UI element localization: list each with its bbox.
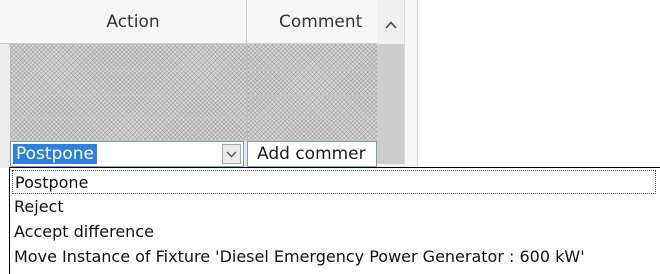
disabled-comment-cells <box>248 44 377 140</box>
scroll-up-button[interactable] <box>377 12 404 38</box>
review-changes-panel: Action Comment Postpone Add commer Postp… <box>0 0 660 274</box>
scroll-thumb[interactable] <box>377 44 404 164</box>
column-header-comment-label: Comment <box>279 11 363 32</box>
dropdown-button[interactable] <box>222 144 241 164</box>
row-divider <box>10 95 377 96</box>
dropdown-option-move-instance[interactable]: Move Instance of Fixture 'Diesel Emergen… <box>14 245 585 269</box>
changes-grid: Action Comment Postpone Add commer <box>0 0 404 168</box>
column-header-comment[interactable]: Comment <box>247 0 377 44</box>
row-divider <box>10 70 377 71</box>
panel-splitter[interactable] <box>404 0 418 168</box>
action-combobox-value[interactable]: Postpone <box>13 144 97 164</box>
dropdown-option-reject[interactable]: Reject <box>14 195 64 219</box>
column-header-action[interactable]: Action <box>0 0 247 44</box>
row-divider <box>10 118 377 119</box>
column-header-action-label: Action <box>106 11 160 32</box>
comment-input[interactable]: Add commer <box>247 141 377 167</box>
chevron-down-icon <box>226 151 237 157</box>
action-dropdown-list[interactable]: Postpone Reject Accept difference Move I… <box>9 167 660 274</box>
dropdown-option-postpone[interactable]: Postpone <box>12 170 656 194</box>
dropdown-option-accept-difference[interactable]: Accept difference <box>14 220 154 244</box>
row-header-strip <box>0 44 10 168</box>
vertical-scrollbar[interactable] <box>377 0 404 168</box>
disabled-action-cells <box>10 44 248 140</box>
chevron-up-icon <box>384 21 397 29</box>
action-combobox[interactable]: Postpone <box>10 141 244 167</box>
